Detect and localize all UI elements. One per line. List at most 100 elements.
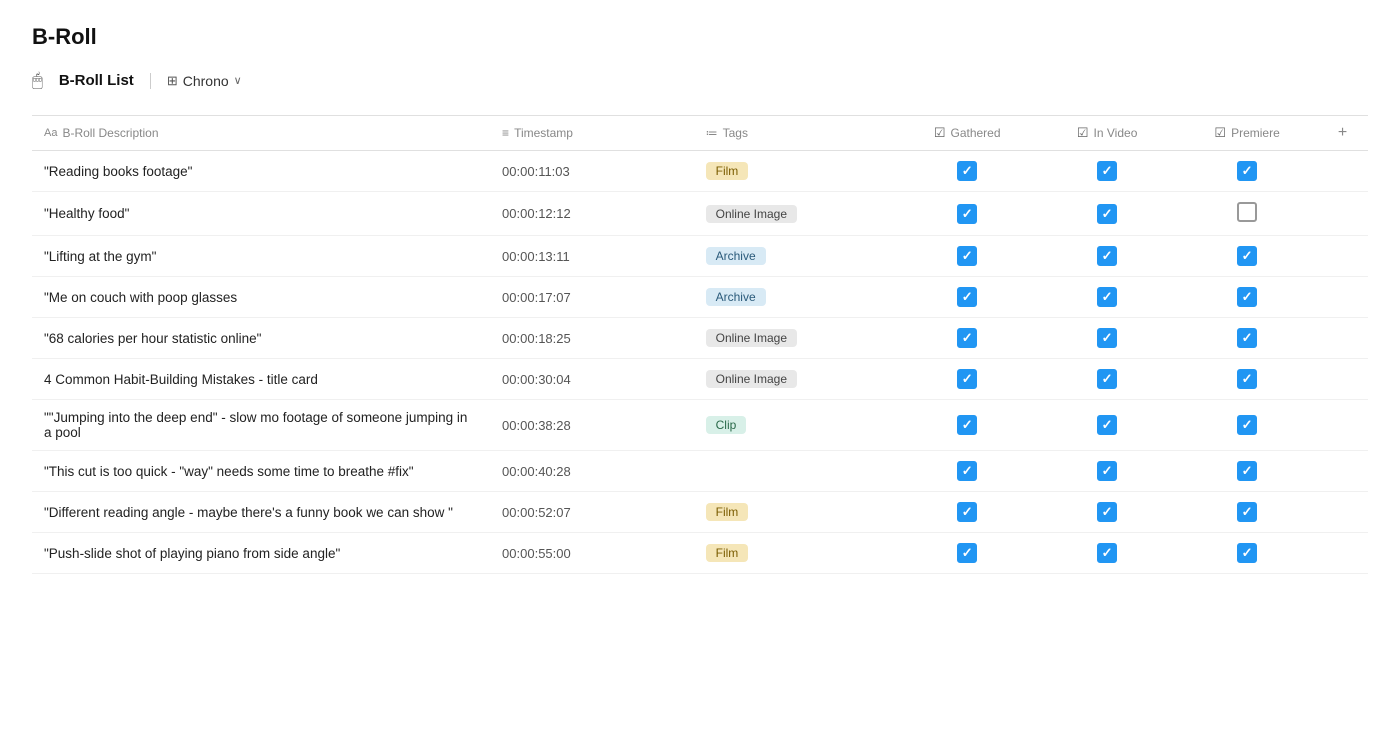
cell-gathered[interactable]: ✓	[897, 318, 1037, 359]
premiere-checkbox[interactable]	[1237, 202, 1257, 222]
cell-invideo[interactable]: ✓	[1037, 533, 1177, 574]
description-icon: Aa	[44, 127, 57, 139]
cell-description: "Me on couch with poop glasses	[32, 277, 490, 318]
page-container: B-Roll 🖱 B-Roll List ⊞ Chrono ∨ Aa B-Rol…	[0, 0, 1400, 598]
premiere-checkbox[interactable]: ✓	[1237, 461, 1257, 481]
cell-gathered[interactable]: ✓	[897, 236, 1037, 277]
gathered-checkbox[interactable]: ✓	[957, 543, 977, 563]
cell-timestamp: 00:00:30:04	[490, 359, 694, 400]
cell-invideo[interactable]: ✓	[1037, 451, 1177, 492]
cell-add	[1317, 359, 1368, 400]
gathered-checkbox[interactable]: ✓	[957, 161, 977, 181]
gathered-checkbox[interactable]: ✓	[957, 461, 977, 481]
cell-gathered[interactable]: ✓	[897, 492, 1037, 533]
cell-description: ""Jumping into the deep end" - slow mo f…	[32, 400, 490, 451]
cell-gathered[interactable]: ✓	[897, 151, 1037, 192]
cell-invideo[interactable]: ✓	[1037, 151, 1177, 192]
cell-timestamp: 00:00:17:07	[490, 277, 694, 318]
cell-gathered[interactable]: ✓	[897, 192, 1037, 236]
table-row: "This cut is too quick - "way" needs som…	[32, 451, 1368, 492]
table-wrapper: Aa B-Roll Description ≡ Timestamp ≔	[32, 115, 1368, 574]
cell-gathered[interactable]: ✓	[897, 359, 1037, 400]
table-row: "Healthy food"00:00:12:12Online Image✓✓	[32, 192, 1368, 236]
premiere-checkbox[interactable]: ✓	[1237, 502, 1257, 522]
gathered-checkbox[interactable]: ✓	[957, 328, 977, 348]
cell-premiere[interactable]: ✓	[1177, 318, 1317, 359]
add-column-button[interactable]: +	[1338, 124, 1347, 141]
cell-invideo[interactable]: ✓	[1037, 236, 1177, 277]
chevron-down-icon: ∨	[234, 74, 242, 87]
cell-invideo[interactable]: ✓	[1037, 277, 1177, 318]
invideo-checkbox[interactable]: ✓	[1097, 543, 1117, 563]
cell-premiere[interactable]: ✓	[1177, 492, 1317, 533]
cell-invideo[interactable]: ✓	[1037, 192, 1177, 236]
invideo-checkbox[interactable]: ✓	[1097, 204, 1117, 224]
premiere-checkbox[interactable]: ✓	[1237, 328, 1257, 348]
cell-premiere[interactable]: ✓	[1177, 400, 1317, 451]
premiere-checkbox[interactable]: ✓	[1237, 369, 1257, 389]
cell-timestamp: 00:00:52:07	[490, 492, 694, 533]
cell-premiere[interactable]: ✓	[1177, 533, 1317, 574]
cell-add	[1317, 533, 1368, 574]
premiere-checkbox[interactable]: ✓	[1237, 415, 1257, 435]
broll-table: Aa B-Roll Description ≡ Timestamp ≔	[32, 116, 1368, 574]
cell-gathered[interactable]: ✓	[897, 277, 1037, 318]
invideo-checkbox[interactable]: ✓	[1097, 161, 1117, 181]
premiere-checkbox[interactable]: ✓	[1237, 543, 1257, 563]
table-row: ""Jumping into the deep end" - slow mo f…	[32, 400, 1368, 451]
invideo-checkbox[interactable]: ✓	[1097, 415, 1117, 435]
gathered-checkbox[interactable]: ✓	[957, 502, 977, 522]
invideo-checkbox[interactable]: ✓	[1097, 287, 1117, 307]
chrono-view-selector[interactable]: ⊞ Chrono ∨	[167, 73, 242, 89]
col-header-invideo: ☑ In Video	[1037, 116, 1177, 151]
gathered-checkbox[interactable]: ✓	[957, 204, 977, 224]
cell-premiere[interactable]: ✓	[1177, 451, 1317, 492]
col-header-add[interactable]: +	[1317, 116, 1368, 151]
table-row: "Lifting at the gym"00:00:13:11Archive✓✓…	[32, 236, 1368, 277]
gathered-checkbox[interactable]: ✓	[957, 415, 977, 435]
gathered-checkbox-icon: ☑	[934, 125, 946, 141]
cell-timestamp: 00:00:11:03	[490, 151, 694, 192]
tag-badge: Archive	[706, 247, 766, 265]
cell-timestamp: 00:00:13:11	[490, 236, 694, 277]
cell-add	[1317, 318, 1368, 359]
cell-tags: Film	[694, 492, 898, 533]
invideo-checkbox-icon: ☑	[1077, 125, 1089, 141]
invideo-checkbox[interactable]: ✓	[1097, 328, 1117, 348]
gathered-checkbox[interactable]: ✓	[957, 246, 977, 266]
cell-add	[1317, 277, 1368, 318]
cell-description: "Reading books footage"	[32, 151, 490, 192]
cell-premiere[interactable]: ✓	[1177, 277, 1317, 318]
gathered-checkbox[interactable]: ✓	[957, 287, 977, 307]
tag-badge: Online Image	[706, 329, 797, 347]
col-header-timestamp: ≡ Timestamp	[490, 116, 694, 151]
premiere-checkbox[interactable]: ✓	[1237, 246, 1257, 266]
cell-gathered[interactable]: ✓	[897, 533, 1037, 574]
cell-invideo[interactable]: ✓	[1037, 318, 1177, 359]
cell-tags: Archive	[694, 277, 898, 318]
cell-description: "Different reading angle - maybe there's…	[32, 492, 490, 533]
premiere-checkbox[interactable]: ✓	[1237, 287, 1257, 307]
cell-invideo[interactable]: ✓	[1037, 492, 1177, 533]
cell-gathered[interactable]: ✓	[897, 400, 1037, 451]
cell-timestamp: 00:00:40:28	[490, 451, 694, 492]
table-row: "Push-slide shot of playing piano from s…	[32, 533, 1368, 574]
cell-premiere[interactable]	[1177, 192, 1317, 236]
invideo-checkbox[interactable]: ✓	[1097, 246, 1117, 266]
invideo-checkbox[interactable]: ✓	[1097, 502, 1117, 522]
list-label: B-Roll List	[59, 72, 134, 89]
cell-gathered[interactable]: ✓	[897, 451, 1037, 492]
cell-premiere[interactable]: ✓	[1177, 151, 1317, 192]
invideo-checkbox[interactable]: ✓	[1097, 461, 1117, 481]
premiere-checkbox[interactable]: ✓	[1237, 161, 1257, 181]
cell-invideo[interactable]: ✓	[1037, 359, 1177, 400]
cell-invideo[interactable]: ✓	[1037, 400, 1177, 451]
gathered-checkbox[interactable]: ✓	[957, 369, 977, 389]
invideo-checkbox[interactable]: ✓	[1097, 369, 1117, 389]
cell-premiere[interactable]: ✓	[1177, 236, 1317, 277]
cell-add	[1317, 400, 1368, 451]
cell-description: 4 Common Habit-Building Mistakes - title…	[32, 359, 490, 400]
premiere-checkbox-icon: ☑	[1214, 125, 1226, 141]
cell-add	[1317, 192, 1368, 236]
cell-premiere[interactable]: ✓	[1177, 359, 1317, 400]
